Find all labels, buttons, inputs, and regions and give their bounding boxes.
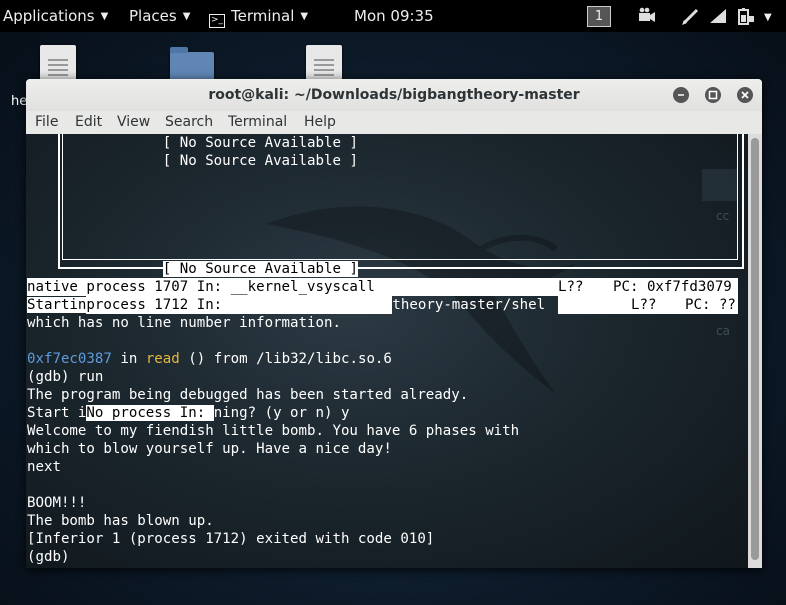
applications-label: Applications	[3, 7, 95, 25]
terminal-line: which has no line number information.	[27, 315, 341, 331]
terminal-line: The program being debugged has been star…	[27, 387, 469, 403]
terminal-output[interactable]: cc ca [ No Source Available ] [ No Sourc…	[26, 134, 748, 568]
tui-status-line: native process 1707 In: __kernel_vsyscal…	[27, 278, 738, 296]
menu-terminal[interactable]: Terminal	[228, 114, 287, 130]
menu-edit[interactable]: Edit	[75, 114, 102, 130]
terminal-line: Welcome to my fiendish little bomb. You …	[27, 423, 520, 439]
terminal-line: (gdb) run	[27, 369, 104, 385]
chevron-down-icon: ▼	[182, 11, 191, 22]
menu-search[interactable]: Search	[165, 114, 213, 130]
pen-icon[interactable]	[680, 6, 702, 26]
terminal-line: [ No Source Available ]	[162, 261, 358, 277]
terminal-line: which to blow yourself up. Have a nice d…	[27, 441, 392, 457]
battery-icon[interactable]	[736, 6, 758, 26]
workspace-indicator[interactable]: 1	[587, 6, 611, 27]
terminal-line: [Inferior 1 (process 1712) exited with c…	[27, 531, 435, 547]
chevron-down-icon: ▼	[300, 11, 309, 22]
title-bar[interactable]: root@kali: ~/Downloads/bigbangtheory-mas…	[26, 79, 762, 111]
menu-bar: File Edit View Search Terminal Help	[26, 111, 762, 134]
camera-icon[interactable]	[636, 6, 658, 26]
menu-view[interactable]: View	[117, 114, 150, 130]
terminal-line: [ No Source Available ]	[162, 135, 358, 151]
clock[interactable]: Mon 09:35	[354, 7, 434, 25]
terminal-window: root@kali: ~/Downloads/bigbangtheory-mas…	[26, 79, 762, 568]
chevron-down-icon: ▼	[100, 11, 109, 22]
desktop-icon-label: he	[11, 94, 28, 109]
terminal-app-label: Terminal	[231, 7, 295, 25]
terminal-icon: >_	[209, 14, 225, 28]
places-label: Places	[129, 7, 177, 25]
background-label: ca	[716, 324, 730, 338]
top-panel: Applications ▼ Places ▼ >_ Terminal ▼ Mon 09…	[0, 0, 786, 32]
terminal-line: 0xf7ec0387 in read () from /lib32/libc.s…	[27, 351, 392, 367]
window-title: root@kali: ~/Downloads/bigbangtheory-mas…	[208, 87, 580, 103]
terminal-line: BOOM!!!	[27, 495, 87, 511]
chevron-down-icon[interactable]: ▼	[764, 8, 772, 26]
terminal-scrollbar[interactable]	[748, 134, 762, 568]
scrollbar-thumb[interactable]	[751, 138, 759, 560]
menu-help[interactable]: Help	[304, 114, 336, 130]
menu-file[interactable]: File	[35, 114, 58, 130]
applications-menu[interactable]: Applications ▼	[3, 7, 108, 25]
places-menu[interactable]: Places ▼	[129, 7, 190, 25]
terminal-app-menu[interactable]: >_ Terminal ▼	[209, 7, 308, 28]
volume-icon[interactable]	[707, 6, 729, 26]
close-button[interactable]	[737, 87, 753, 103]
terminal-line: next	[27, 459, 61, 475]
terminal-line: The bomb has blown up.	[27, 513, 214, 529]
terminal-prompt[interactable]: (gdb)	[27, 548, 69, 566]
tui-status-line: Startinprocess 1712 In: theory-master/she…	[27, 296, 738, 314]
terminal-line: Start iNo process In: ning? (y or n) y	[27, 405, 350, 421]
terminal-line: [ No Source Available ]	[162, 153, 358, 169]
maximize-button[interactable]	[705, 87, 721, 103]
minimize-button[interactable]	[673, 87, 689, 103]
